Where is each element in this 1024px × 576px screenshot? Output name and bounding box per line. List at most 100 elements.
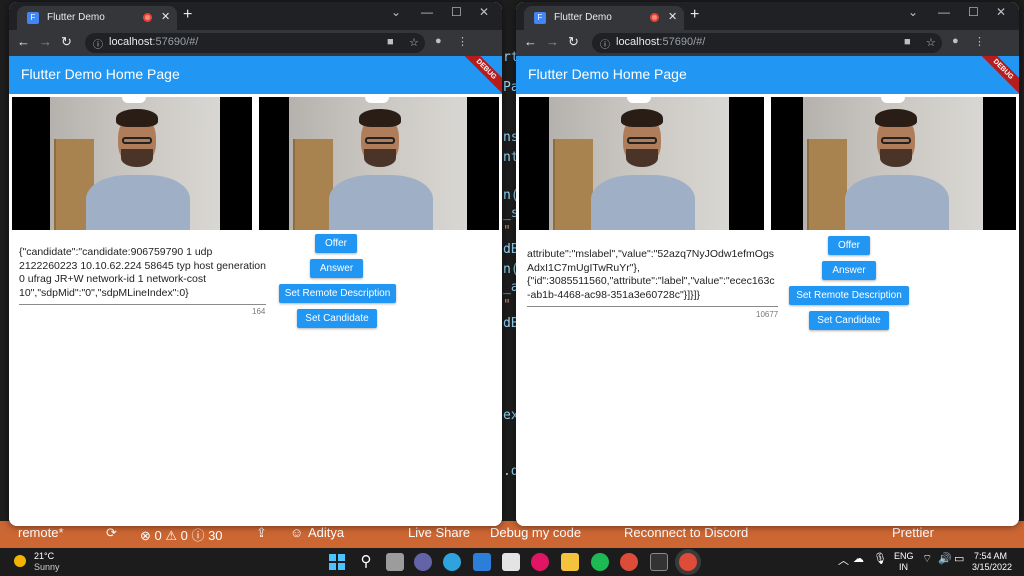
sun-icon[interactable]: [14, 555, 26, 567]
flutter-icon: F: [27, 12, 39, 24]
maximize-icon[interactable]: ☐: [451, 5, 462, 19]
url-text[interactable]: localhost:57690/#/: [616, 36, 705, 48]
debug-status[interactable]: Debug my code: [490, 525, 581, 540]
browser-tab[interactable]: F Flutter Demo ✕: [17, 6, 177, 30]
weather-temperature[interactable]: 21°C: [34, 551, 54, 561]
set-remote-description-button[interactable]: Set Remote Description: [789, 286, 909, 305]
volume-icon[interactable]: 🔊: [938, 552, 952, 565]
back-icon[interactable]: ←: [524, 34, 537, 49]
profile-icon[interactable]: ●: [952, 35, 959, 47]
close-window-icon[interactable]: ✕: [996, 5, 1006, 19]
maximize-icon[interactable]: ☐: [968, 5, 979, 19]
language-bottom[interactable]: IN: [899, 562, 908, 572]
tab-strip: F Flutter Demo ✕ + ⌄ — ☐ ✕: [516, 2, 1019, 30]
local-video: [12, 97, 252, 230]
offer-button[interactable]: Offer: [828, 236, 870, 255]
menu-icon[interactable]: ⋮: [457, 35, 468, 48]
sync-icon[interactable]: ⟳: [106, 525, 117, 541]
sdp-textfield[interactable]: {"candidate":"candidate:906759790 1 udp …: [19, 246, 266, 305]
task-view-icon[interactable]: [386, 553, 404, 571]
profile-icon[interactable]: ●: [435, 35, 442, 47]
notepad-icon[interactable]: [502, 553, 520, 571]
forward-icon[interactable]: →: [39, 34, 52, 49]
recording-icon: [143, 13, 152, 22]
close-window-icon[interactable]: ✕: [479, 5, 489, 19]
local-video: [519, 97, 764, 230]
close-tab-icon[interactable]: ✕: [161, 10, 170, 23]
battery-icon[interactable]: ▭: [954, 552, 964, 565]
browser-window-left: F Flutter Demo ✕ + ⌄ — ☐ ✕ ← → ↻ ⓘ local…: [9, 2, 502, 526]
character-counter: 164: [252, 307, 265, 316]
forward-icon[interactable]: →: [546, 34, 559, 49]
show-hidden-icons-icon[interactable]: ︿: [838, 552, 849, 568]
camera-icon[interactable]: ■: [904, 36, 911, 48]
clock-date[interactable]: 3/15/2022: [972, 562, 1012, 572]
browser-window-right: F Flutter Demo ✕ + ⌄ — ☐ ✕ ← → ↻ ⓘ local…: [516, 2, 1019, 526]
live-share-status[interactable]: Live Share: [408, 525, 470, 540]
start-icon[interactable]: [328, 553, 346, 571]
app-bar: Flutter Demo Home Page DEBUG: [516, 56, 1019, 94]
recording-icon: [650, 13, 659, 22]
set-candidate-button[interactable]: Set Candidate: [809, 311, 889, 330]
debug-banner: DEBUG: [974, 56, 1019, 94]
new-tab-icon[interactable]: +: [690, 6, 699, 24]
edge-icon[interactable]: [443, 553, 461, 571]
chrome-active-icon[interactable]: [679, 553, 697, 571]
tab-search-icon[interactable]: ⌄: [908, 5, 918, 19]
minimize-icon[interactable]: —: [421, 5, 433, 19]
wifi-icon[interactable]: ⌔: [922, 552, 932, 566]
remote-video: [259, 97, 499, 230]
minimize-icon[interactable]: —: [938, 5, 950, 19]
camera-frame: [50, 97, 220, 230]
set-candidate-button[interactable]: Set Candidate: [297, 309, 377, 328]
star-icon[interactable]: ☆: [409, 36, 419, 49]
offer-button[interactable]: Offer: [315, 234, 357, 253]
reconnect-status[interactable]: Reconnect to Discord: [624, 525, 748, 540]
onedrive-icon[interactable]: ☁: [853, 552, 864, 565]
menu-icon[interactable]: ⋮: [974, 35, 985, 48]
debug-banner: DEBUG: [457, 56, 502, 94]
address-bar[interactable]: ⓘ localhost:57690/#/ ■ ☆: [592, 33, 942, 53]
code-fragment: ": [503, 224, 511, 239]
sdp-textfield[interactable]: attribute":"mslabel","value":"52azq7NyJO…: [527, 248, 778, 307]
back-icon[interactable]: ←: [17, 34, 30, 49]
weather-condition[interactable]: Sunny: [34, 562, 60, 572]
reload-icon[interactable]: ↻: [61, 34, 72, 50]
camera-icon[interactable]: ■: [387, 36, 394, 48]
set-remote-description-button[interactable]: Set Remote Description: [279, 284, 396, 303]
problems-status[interactable]: ⊗ 0 ⚠ 0 ⓘ 30: [140, 525, 223, 544]
tab-search-icon[interactable]: ⌄: [391, 5, 401, 19]
chrome-icon[interactable]: [620, 553, 638, 571]
flutter-icon: F: [534, 12, 546, 24]
language-top[interactable]: ENG: [894, 551, 914, 561]
answer-button[interactable]: Answer: [310, 259, 363, 278]
prettier-status[interactable]: Prettier: [892, 525, 934, 540]
clock-time[interactable]: 7:54 AM: [974, 551, 1007, 561]
file-explorer-icon[interactable]: [561, 553, 579, 571]
user-status[interactable]: Aditya: [308, 525, 344, 540]
search-icon[interactable]: ⚲: [357, 553, 375, 571]
camera-frame: [549, 97, 729, 230]
remote-status[interactable]: remote*: [18, 525, 64, 540]
reload-icon[interactable]: ↻: [568, 34, 579, 50]
new-tab-icon[interactable]: +: [183, 6, 192, 24]
terminal-icon[interactable]: [650, 553, 668, 571]
url-text[interactable]: localhost:57690/#/: [109, 36, 198, 48]
info-icon[interactable]: ⓘ: [93, 36, 103, 51]
answer-button[interactable]: Answer: [822, 261, 876, 280]
app-title: Flutter Demo Home Page: [528, 66, 687, 82]
tab-title: Flutter Demo: [554, 12, 612, 23]
info-icon[interactable]: ⓘ: [600, 36, 610, 51]
close-tab-icon[interactable]: ✕: [668, 10, 677, 23]
browser-tab[interactable]: F Flutter Demo ✕: [524, 6, 684, 30]
star-icon[interactable]: ☆: [926, 36, 936, 49]
page-content: {"candidate":"candidate:906759790 1 udp …: [9, 94, 502, 526]
spotify-icon[interactable]: [591, 553, 609, 571]
slack-icon[interactable]: [531, 553, 549, 571]
microphone-icon[interactable]: 🎙: [873, 552, 887, 565]
account-icon: ☺: [290, 525, 303, 540]
vscode-icon[interactable]: [473, 553, 491, 571]
camera-frame: [289, 97, 467, 230]
address-bar[interactable]: ⓘ localhost:57690/#/ ■ ☆: [85, 33, 425, 53]
chat-icon[interactable]: [414, 553, 432, 571]
